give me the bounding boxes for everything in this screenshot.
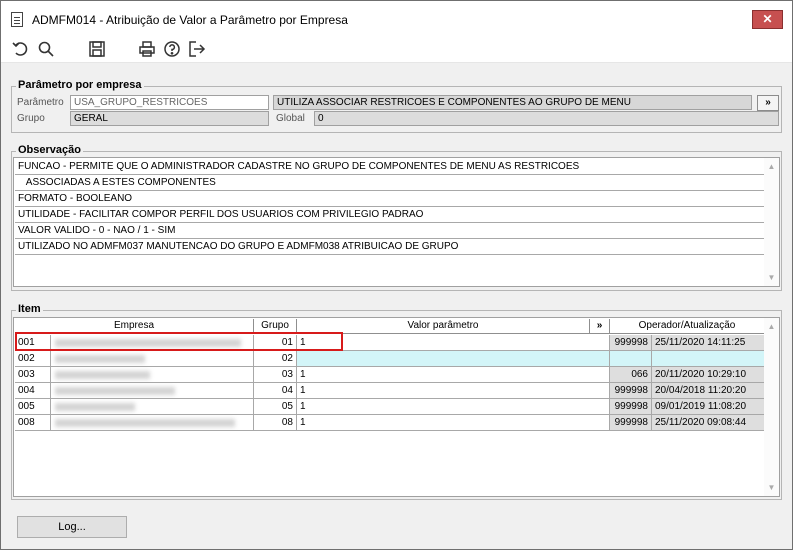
cell-grupo[interactable]: 03	[254, 367, 297, 383]
help-icon[interactable]	[163, 40, 181, 58]
global-label: Global	[276, 113, 305, 124]
cell-valor[interactable]: 1	[297, 335, 610, 351]
cell-valor[interactable]: 1	[297, 367, 610, 383]
grupo-field: GERAL	[70, 111, 269, 126]
scroll-down-icon[interactable]: ▼	[767, 273, 776, 282]
cell-atualizacao: 25/11/2020 14:11:25	[652, 335, 765, 351]
save-icon[interactable]	[88, 40, 106, 58]
cell-valor[interactable]: 1	[297, 415, 610, 431]
close-button[interactable]: ✕	[752, 10, 783, 29]
parametro-legend: Parâmetro por empresa	[16, 79, 144, 91]
document-icon	[11, 12, 23, 27]
cell-valor[interactable]: 1	[297, 383, 610, 399]
cell-empresa-code[interactable]: 004	[15, 383, 51, 399]
cell-valor[interactable]: 1	[297, 399, 610, 415]
cell-atualizacao: 20/04/2018 11:20:20	[652, 383, 765, 399]
column-more-button[interactable]: »	[590, 319, 610, 334]
observacao-line: FUNCAO - PERMITE QUE O ADMINISTRADOR CAD…	[15, 159, 764, 175]
cell-operador: 999998	[610, 383, 652, 399]
cell-empresa-name-redacted[interactable]	[51, 367, 254, 383]
cell-empresa-name-redacted[interactable]	[51, 415, 254, 431]
parametro-field[interactable]: USA_GRUPO_RESTRICOES	[70, 95, 269, 110]
cell-valor-selected[interactable]	[297, 351, 610, 367]
scroll-up-icon[interactable]: ▲	[767, 162, 776, 171]
grupo-label: Grupo	[17, 113, 45, 124]
cell-grupo[interactable]: 04	[254, 383, 297, 399]
item-legend: Item	[16, 303, 43, 315]
toolbar	[1, 37, 792, 63]
cell-grupo[interactable]: 05	[254, 399, 297, 415]
cell-operador: 999998	[610, 399, 652, 415]
column-header-operador[interactable]: Operador/Atualização	[610, 319, 765, 334]
observacao-line: VALOR VALIDO - 0 - NAO / 1 - SIM	[15, 223, 764, 239]
cell-operador: 999998	[610, 415, 652, 431]
cell-atualizacao: 09/01/2019 11:08:20	[652, 399, 765, 415]
undo-icon[interactable]	[12, 40, 30, 58]
scroll-down-icon[interactable]: ▼	[767, 483, 776, 492]
search-icon[interactable]	[37, 40, 55, 58]
print-icon[interactable]	[138, 40, 156, 58]
parametro-label: Parâmetro	[17, 97, 64, 108]
parametro-description-field: UTILIZA ASSOCIAR RESTRICOES E COMPONENTE…	[273, 95, 752, 110]
cell-empresa-name-redacted[interactable]	[51, 399, 254, 415]
cell-empresa-code[interactable]: 003	[15, 367, 51, 383]
observacao-legend: Observação	[16, 144, 83, 156]
cell-empresa-code[interactable]: 005	[15, 399, 51, 415]
cell-grupo[interactable]: 02	[254, 351, 297, 367]
observacao-line: ASSOCIADAS A ESTES COMPONENTES	[15, 175, 764, 191]
cell-atualizacao	[652, 351, 765, 367]
more-button[interactable]: »	[757, 95, 779, 111]
log-button[interactable]: Log...	[17, 516, 127, 538]
cell-atualizacao: 25/11/2020 09:08:44	[652, 415, 765, 431]
cell-grupo[interactable]: 08	[254, 415, 297, 431]
exit-icon[interactable]	[188, 40, 206, 58]
cell-operador: 066	[610, 367, 652, 383]
scroll-up-icon[interactable]: ▲	[767, 322, 776, 331]
cell-atualizacao: 20/11/2020 10:29:10	[652, 367, 765, 383]
observacao-line: UTILIZADO NO ADMFM037 MANUTENCAO DO GRUP…	[15, 239, 764, 255]
cell-operador	[610, 351, 652, 367]
observacao-textbox[interactable]: FUNCAO - PERMITE QUE O ADMINISTRADOR CAD…	[13, 157, 780, 287]
highlight-annotation	[15, 332, 343, 351]
app-window: ADMFM014 - Atribuição de Valor a Parâmet…	[0, 0, 793, 550]
title-bar: ADMFM014 - Atribuição de Valor a Parâmet…	[1, 1, 792, 37]
global-field: 0	[314, 111, 779, 126]
observacao-scrollbar[interactable]: ▲ ▼	[764, 158, 779, 286]
window-title: ADMFM014 - Atribuição de Valor a Parâmet…	[32, 13, 348, 27]
cell-operador: 999998	[610, 335, 652, 351]
cell-empresa-name-redacted[interactable]	[51, 351, 254, 367]
item-grid-scrollbar[interactable]: ▲ ▼	[764, 318, 779, 496]
observacao-line: FORMATO - BOOLEANO	[15, 191, 764, 207]
observacao-line: UTILIDADE - FACILITAR COMPOR PERFIL DOS …	[15, 207, 764, 223]
cell-empresa-code[interactable]: 008	[15, 415, 51, 431]
cell-empresa-code[interactable]: 002	[15, 351, 51, 367]
cell-empresa-name-redacted[interactable]	[51, 383, 254, 399]
